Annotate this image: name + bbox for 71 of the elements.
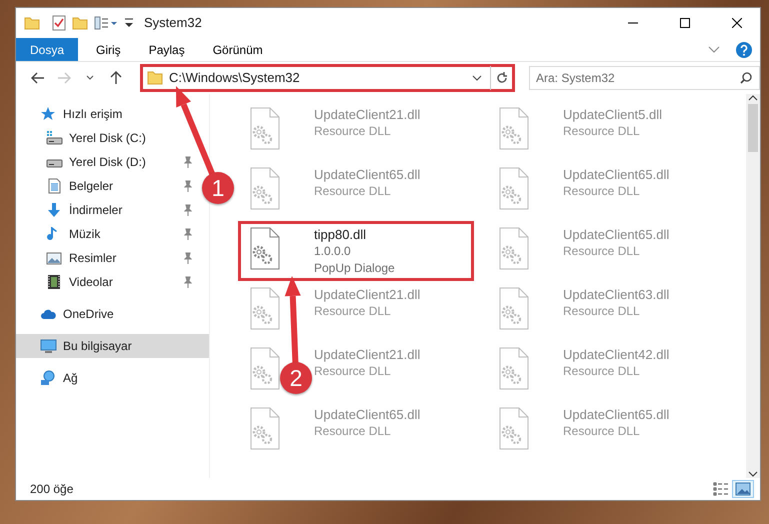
search-field[interactable]: Ara: System32 [529,66,760,90]
address-bar[interactable]: C:\Windows\System32 [140,64,515,92]
file-detail: 1.0.0.0 [314,243,352,260]
pin-icon[interactable] [183,204,193,216]
file-name: tipp80.dll [314,227,368,243]
pin-icon[interactable] [183,252,193,264]
new-folder-icon[interactable] [72,16,88,30]
star-icon [40,106,57,122]
sidebar-item[interactable]: İndirmeler [16,198,195,222]
scrollbar[interactable] [746,94,760,478]
pin-icon[interactable] [183,156,193,168]
file-detail: Resource DLL [314,363,392,380]
right-arrow-icon [57,72,71,84]
down-arrow-icon [46,202,63,218]
sidebar-item[interactable]: Videolar [16,270,195,294]
file-detail: Resource DLL [563,243,641,260]
document-icon [46,178,63,194]
file-detail: Resource DLL [563,423,641,440]
file-tile[interactable]: tipp80.dll 1.0.0.0 PopUp Dialoge [238,221,474,281]
details-view-icon [712,481,730,497]
sidebar-item[interactable]: Hızlı erişim [16,102,209,126]
window-title: System32 [144,14,202,32]
address-path: C:\Windows\System32 [168,69,301,88]
help-icon[interactable] [736,42,752,58]
file-detail: Resource DLL [314,423,392,440]
properties-icon[interactable] [94,16,118,30]
pin-icon[interactable] [183,180,193,192]
scrollbar-thumb[interactable] [748,104,758,152]
sidebar-item[interactable]: OneDrive [16,302,209,326]
sidebar-item[interactable]: Ağ [16,366,209,390]
sidebar-item[interactable]: Yerel Disk (D:) [16,150,195,174]
ribbon-tab[interactable]: Görünüm [198,38,277,61]
folder-icon[interactable] [24,16,40,30]
chevron-down-icon [86,75,94,81]
film-icon [46,274,63,290]
sidebar-item[interactable]: Resimler [16,246,195,270]
sidebar-item[interactable]: Yerel Disk (C:) [16,126,195,150]
ribbon-tab[interactable]: Giriş [82,38,135,61]
file-detail: Resource DLL [314,303,392,320]
sidebar-item[interactable]: Bu bilgisayar [16,334,209,358]
file-detail: Resource DLL [563,183,641,200]
up-arrow-icon [110,71,122,85]
drive-icon [46,130,63,146]
refresh-icon [496,72,508,84]
pin-icon[interactable] [183,228,193,240]
chevron-down-icon[interactable] [472,75,482,81]
chevron-up-icon [748,94,758,102]
file-detail: Resource DLL [563,303,641,320]
sidebar-item[interactable]: Müzik [16,222,195,246]
dropdown-icon[interactable] [124,17,134,29]
file-detail: Resource DLL [563,363,641,380]
monitor-icon [40,338,57,354]
network-icon [40,370,57,386]
folder-icon [147,71,163,85]
picture-icon [46,250,63,266]
file-tab[interactable]: Dosya [16,38,78,61]
ribbon-tab[interactable]: Paylaş [134,38,199,61]
chevron-down-icon [748,470,758,478]
item-count: 200 öğe [30,481,74,498]
large-icons-view-icon [734,481,752,497]
close-icon [732,18,742,28]
file-detail: Resource DLL [563,123,641,140]
sidebar-item[interactable]: Belgeler [16,174,195,198]
left-arrow-icon [31,72,45,84]
checklist-icon[interactable] [52,15,66,31]
view-button[interactable] [732,480,754,498]
maximize-icon [680,18,690,28]
pin-icon[interactable] [183,276,193,288]
file-detail: PopUp Dialoge [314,260,395,277]
file-detail: Resource DLL [314,183,392,200]
file-detail: Resource DLL [314,123,392,140]
